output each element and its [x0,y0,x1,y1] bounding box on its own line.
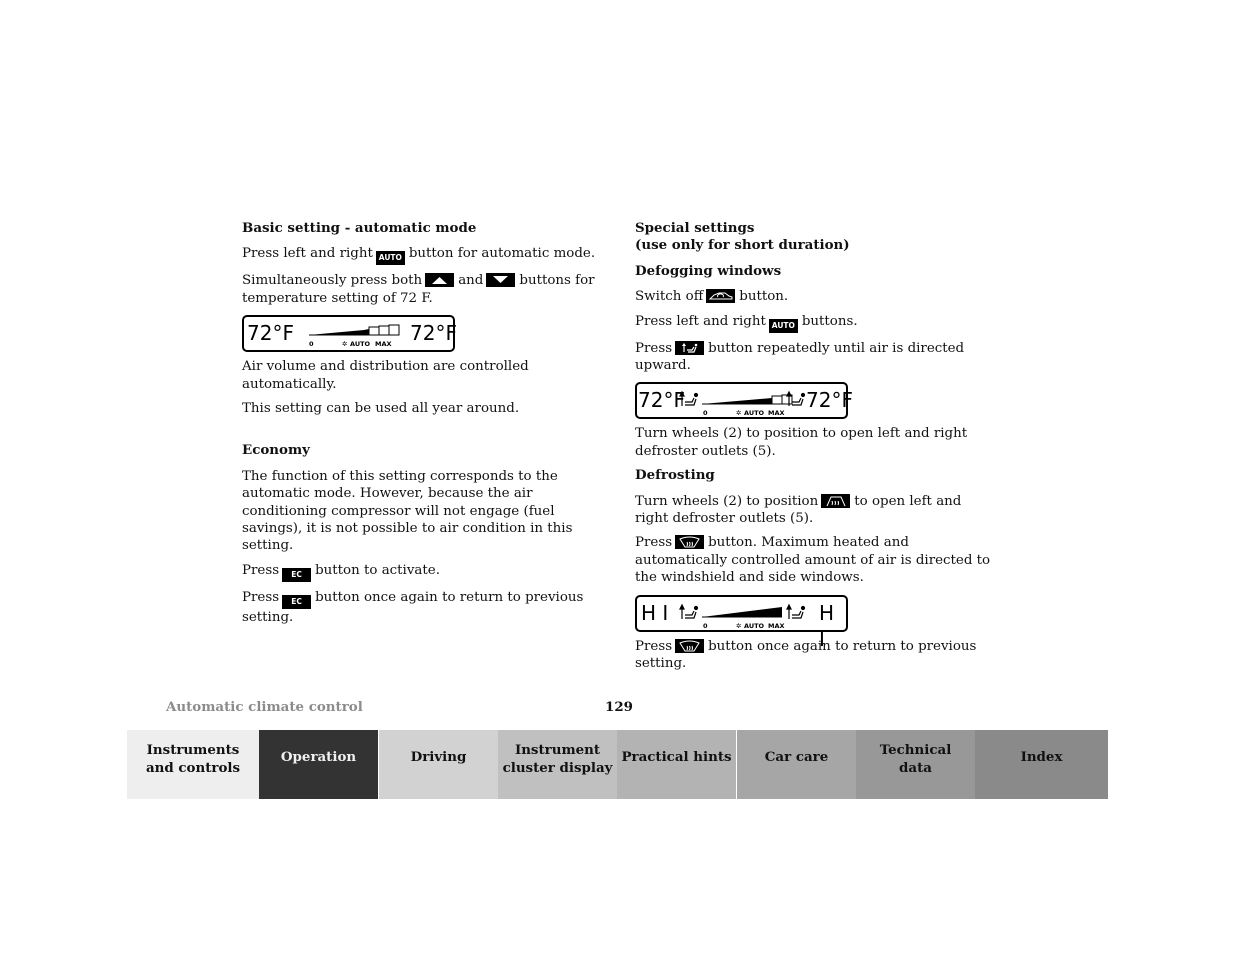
tab-practical-hints[interactable]: Practical hints [617,730,736,799]
defrosting-heading: Defrosting [635,467,715,484]
basic-setting-step-1: Press left and right AUTO button for autom… [242,245,602,266]
economy-description: The function of this setting corresponds… [242,468,573,554]
ec-button-icon: EC [282,594,312,609]
climate-display-auto: 72°F 0 ✲ AUTO MAX 72°F [242,315,457,353]
auto-button-icon: AUTO [768,318,798,333]
defog-step-4: Turn wheels (2) to position to open left… [635,426,968,459]
chapter-navigation: Instruments and controls Operation Drivi… [127,730,1108,799]
ec-button-icon: EC [282,567,312,582]
economy-step-2: Press EC button once again to return to pr… [242,589,584,625]
lcd-right-temperature: H I [819,600,835,651]
defog-step-3: Press button repeatedly until air is dire… [635,340,965,374]
climate-display-defrost: H I 0 ✲ AUTO MAX H I [635,594,848,651]
fan-icon: ✲ [736,409,742,418]
car-recirculation-icon [706,289,736,304]
tab-car-care[interactable]: Car care [737,730,856,799]
tab-driving[interactable]: Driving [379,730,498,799]
defog-step-1: Switch off button. [635,289,789,305]
basic-setting-step-2: Simultaneously press both and buttons for … [242,273,595,306]
defog-step-2: Press left and right AUTO buttons. [635,313,995,333]
left-column: Basic setting - automatic mode Press lef… [242,220,602,633]
basic-setting-note-1: Air volume and distribution are controll… [242,359,529,392]
windshield-defrost-icon [675,535,705,550]
tab-instrument-cluster-display[interactable]: Instrument cluster display [498,730,617,799]
basic-setting-note-2: This setting can be used all year around… [242,401,520,417]
tab-technical-data[interactable]: Technical data [856,730,975,799]
page-number: 129 [605,699,633,715]
defogging-heading: Defogging windows [635,262,782,279]
defroster-vent-icon [821,493,851,508]
lcd-right-temperature: 72°F [410,321,457,346]
triangle-up-icon [425,273,455,288]
air-distribution-icon [675,340,705,355]
auto-button-icon: AUTO [375,251,405,266]
fan-speed-bar [679,603,806,619]
economy-step-1: Press EC button to activate. [242,562,602,582]
airflow-upward-icon [679,603,699,619]
fan-icon: ✲ [736,621,742,630]
defrost-step-2: Press button. Maximum heated and automati… [635,535,991,586]
triangle-down-icon [486,273,516,288]
special-settings-heading: Special settings (use only for short dur… [635,220,850,254]
airflow-upward-icon [786,603,806,619]
fan-icon: ✲ [342,340,348,349]
climate-display-defog: 72°F 0 ✲ AUTO MAX 72°F [635,382,853,420]
basic-setting-heading: Basic setting - automatic mode [242,220,477,236]
economy-heading: Economy [242,442,310,459]
tab-instruments-and-controls[interactable]: Instruments and controls [127,730,259,799]
section-title: Automatic climate control [166,699,363,715]
tab-index[interactable]: Index [975,730,1108,799]
defrost-step-1: Turn wheels (2) to position to open left … [635,493,962,527]
lcd-right-temperature: 72°F [806,388,853,413]
windshield-defrost-icon [675,638,705,653]
tab-operation[interactable]: Operation [259,730,378,799]
defrost-step-3: Press button once again to return to prev… [635,638,977,672]
right-column: Special settings (use only for short dur… [635,220,995,680]
airflow-upward-icon [679,391,699,407]
